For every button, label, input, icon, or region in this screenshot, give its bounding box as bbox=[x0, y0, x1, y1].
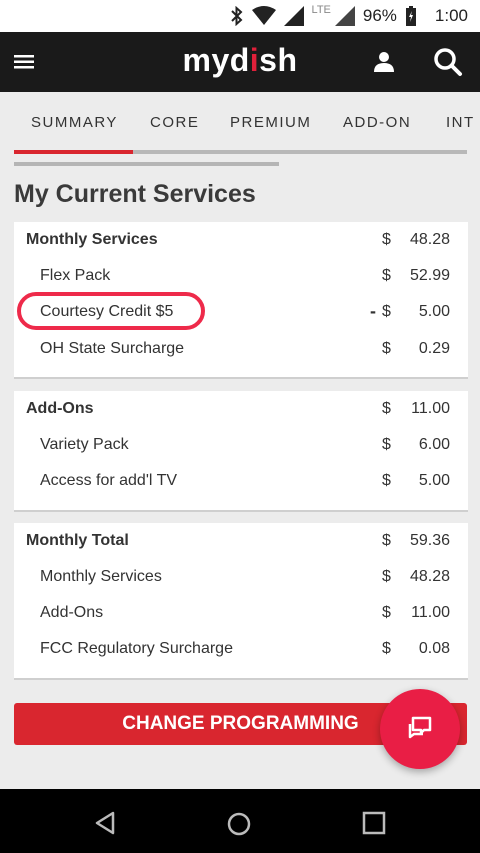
mydish-logo[interactable]: mydish bbox=[0, 42, 480, 79]
currency-symbol: $ bbox=[382, 472, 391, 489]
bluetooth-icon bbox=[230, 6, 244, 26]
section-total: 48.28 bbox=[409, 231, 450, 248]
tab-premium[interactable]: PREMIUM bbox=[230, 114, 311, 131]
section-header: Monthly Services $ 48.28 bbox=[14, 222, 468, 258]
section-total: 59.36 bbox=[409, 532, 450, 549]
currency-symbol: $ bbox=[382, 267, 391, 284]
currency-symbol: $ bbox=[382, 303, 391, 320]
system-nav-bar bbox=[0, 789, 480, 853]
tab-bar: SUMMARY CORE PREMIUM ADD-ON INT bbox=[0, 92, 480, 154]
line-item: Flex Pack $ 52.99 bbox=[14, 258, 468, 294]
line-item-label: Add-Ons bbox=[40, 604, 104, 621]
line-item: Monthly Services $ 48.28 bbox=[14, 559, 468, 595]
currency-symbol: $ bbox=[382, 532, 391, 549]
negative-sign: - bbox=[370, 301, 376, 321]
chat-fab-button[interactable] bbox=[380, 689, 460, 769]
line-item-amount: 52.99 bbox=[409, 267, 450, 284]
line-item-label: Monthly Services bbox=[40, 568, 162, 585]
app-bar: mydish bbox=[0, 32, 480, 92]
currency-symbol: $ bbox=[382, 340, 391, 357]
logo-prefix: myd bbox=[182, 42, 250, 78]
section-header: Monthly Total $ 59.36 bbox=[14, 523, 468, 559]
line-item: Variety Pack $ 6.00 bbox=[14, 427, 468, 463]
logo-suffix: sh bbox=[259, 42, 298, 78]
section-header: Add-Ons $ 11.00 bbox=[14, 391, 468, 427]
line-item-amount: 0.08 bbox=[418, 640, 450, 657]
currency-symbol: $ bbox=[382, 231, 391, 248]
tab-add-on[interactable]: ADD-ON bbox=[343, 114, 411, 131]
currency-symbol: $ bbox=[382, 604, 391, 621]
courtesy-credit-highlight bbox=[17, 292, 205, 330]
line-item-label: Access for add'l TV bbox=[40, 472, 178, 489]
line-item: OH State Surcharge $ 0.29 bbox=[14, 331, 468, 367]
line-item-label: OH State Surcharge bbox=[40, 340, 185, 357]
line-item-amount: 6.00 bbox=[418, 436, 450, 453]
section-header-label: Monthly Services bbox=[26, 231, 158, 248]
line-item-amount: 0.29 bbox=[418, 340, 450, 357]
currency-symbol: $ bbox=[382, 436, 391, 453]
status-bar: LTE 96% 1:00 bbox=[0, 0, 480, 32]
add-ons-card: Add-Ons $ 11.00 Variety Pack $ 6.00 Acce… bbox=[14, 391, 468, 512]
line-item-amount: 5.00 bbox=[418, 303, 450, 320]
tab-int[interactable]: INT bbox=[446, 114, 475, 131]
line-item: Add-Ons $ 11.00 bbox=[14, 595, 468, 631]
battery-percent: 96% bbox=[362, 6, 397, 25]
line-item-label: Flex Pack bbox=[40, 267, 111, 284]
currency-symbol: $ bbox=[382, 640, 391, 657]
user-icon[interactable] bbox=[370, 48, 398, 76]
section-total: 11.00 bbox=[411, 400, 450, 417]
line-item: Access for add'l TV $ 5.00 bbox=[14, 463, 468, 499]
line-item-amount: 48.28 bbox=[409, 568, 450, 585]
line-item-amount: 5.00 bbox=[418, 472, 450, 489]
back-triangle-icon[interactable] bbox=[93, 811, 117, 840]
logo-accent: i bbox=[249, 42, 260, 78]
section-header-label: Monthly Total bbox=[26, 532, 129, 549]
line-item: FCC Regulatory Surcharge $ 0.08 bbox=[14, 631, 468, 667]
cell-signal-icon bbox=[283, 6, 304, 26]
home-circle-icon[interactable] bbox=[226, 811, 252, 842]
tab-active-indicator bbox=[14, 150, 133, 154]
search-icon[interactable] bbox=[432, 46, 464, 78]
tab-core[interactable]: CORE bbox=[150, 114, 199, 131]
line-item-label: FCC Regulatory Surcharge bbox=[40, 640, 233, 657]
currency-symbol: $ bbox=[382, 568, 391, 585]
section-header-label: Add-Ons bbox=[26, 400, 94, 417]
battery-icon bbox=[405, 6, 417, 26]
currency-symbol: $ bbox=[382, 400, 391, 417]
clock: 1:00 bbox=[434, 6, 468, 25]
cell-signal-2-icon bbox=[334, 6, 355, 26]
line-item-label: Variety Pack bbox=[40, 436, 129, 453]
monthly-total-card: Monthly Total $ 59.36 Monthly Services $… bbox=[14, 523, 468, 680]
recents-square-icon[interactable] bbox=[362, 811, 386, 840]
wifi-icon bbox=[251, 6, 276, 26]
network-type: LTE bbox=[311, 4, 331, 16]
tab-scroll-indicator bbox=[14, 162, 279, 166]
line-item-amount: 11.00 bbox=[411, 604, 450, 621]
page-title: My Current Services bbox=[14, 180, 256, 208]
tab-summary[interactable]: SUMMARY bbox=[31, 114, 118, 131]
